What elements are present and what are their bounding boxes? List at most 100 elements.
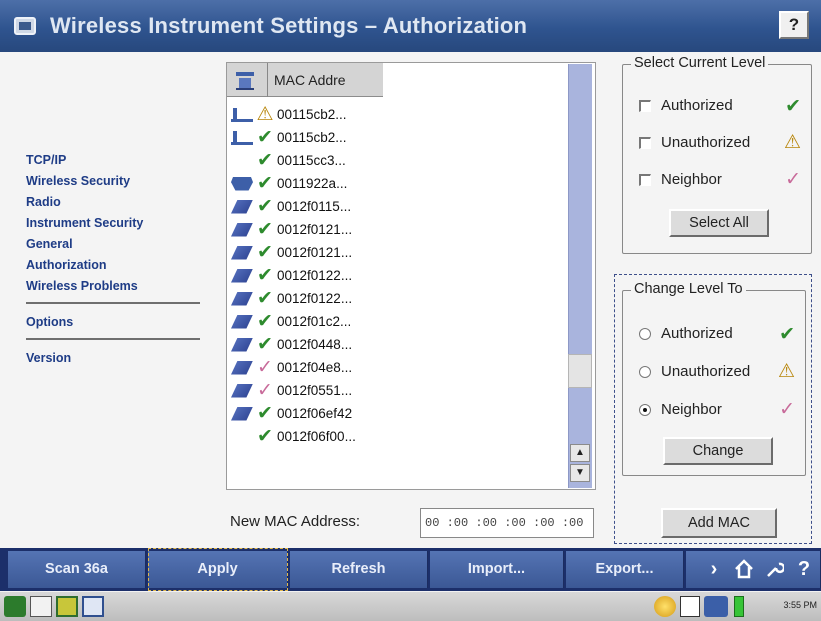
mac-address-cell: 0012f06ef42 <box>277 406 353 421</box>
radio-circle[interactable] <box>639 365 651 378</box>
refresh-button[interactable]: Refresh <box>290 551 428 588</box>
authorized-check-icon: ✔ <box>257 287 273 309</box>
mac-address-cell: 0012f0121... <box>277 245 353 260</box>
list-row[interactable]: ✔ 0011922a... <box>227 172 567 195</box>
nav-divider <box>26 302 200 304</box>
neighbor-check-icon: ✓ <box>257 356 273 378</box>
checkbox-box[interactable] <box>639 173 651 186</box>
export-button[interactable]: Export... <box>566 551 684 588</box>
radio-circle-selected[interactable] <box>639 403 651 416</box>
nav-item-options[interactable]: Options <box>26 312 206 333</box>
mac-address-cell: 00115cb2... <box>277 130 347 145</box>
list-row[interactable]: ✔ 0012f06f00... <box>227 425 567 448</box>
os-taskbar: 3:55 PM <box>0 591 821 621</box>
change-neighbor-radio[interactable]: Neighbor <box>639 401 722 418</box>
home-icon[interactable] <box>730 553 758 586</box>
notification-icon[interactable] <box>654 596 676 617</box>
apply-button[interactable]: Apply <box>148 551 288 588</box>
select-unauthorized-checkbox[interactable]: Unauthorized <box>639 134 750 151</box>
list-row[interactable]: ✔ 00115cc3... <box>227 149 567 172</box>
context-help-button[interactable]: ? <box>779 11 809 39</box>
radio-circle[interactable] <box>639 327 651 340</box>
nav-item-wireless-problems[interactable]: Wireless Problems <box>26 276 206 297</box>
change-unauthorized-radio[interactable]: Unauthorized <box>639 363 750 380</box>
speaker-icon[interactable] <box>704 596 728 617</box>
list-rows: ⚠ 00115cb2... ✔ 00115cb2... ✔ 00115cc3... ✔ 001… <box>227 103 567 448</box>
add-mac-button[interactable]: Add MAC <box>661 508 777 538</box>
instrument-device-icon <box>231 360 253 375</box>
mac-address-cell: 00115cb2... <box>277 107 347 122</box>
list-row[interactable]: ✔ 0012f0122... <box>227 287 567 310</box>
change-authorized-radio[interactable]: Authorized <box>639 325 733 342</box>
next-icon[interactable]: › <box>700 553 728 586</box>
list-row[interactable]: ✓ 0012f04e8... <box>227 356 567 379</box>
new-mac-input[interactable] <box>420 508 594 538</box>
select-all-button[interactable]: Select All <box>669 209 769 237</box>
instrument-device-icon <box>231 383 253 398</box>
list-row[interactable]: ⚠ 00115cb2... <box>227 103 567 126</box>
help-icon[interactable]: ? <box>790 553 818 586</box>
battery-icon <box>734 596 744 617</box>
list-row[interactable]: ✓ 0012f0551... <box>227 379 567 402</box>
start-icon[interactable] <box>4 596 26 617</box>
instrument-device-icon <box>231 406 253 421</box>
checkbox-box[interactable] <box>639 136 651 149</box>
radio-device-icon <box>231 107 253 122</box>
app-icon[interactable] <box>56 596 78 617</box>
mac-address-cell: 0012f0121... <box>277 222 353 237</box>
checkbox-box[interactable] <box>639 99 651 112</box>
blank-device-icon <box>231 430 253 444</box>
scroll-up-button[interactable]: ▲ <box>570 444 590 462</box>
scan-button[interactable]: Scan 36a <box>8 551 146 588</box>
authorized-check-icon: ✔ <box>257 264 273 286</box>
nav-item-authorization[interactable]: Authorization <box>26 255 206 276</box>
authorized-check-icon: ✔ <box>785 96 801 117</box>
mac-address-list[interactable]: MAC Addre ⚠ 00115cb2... ✔ 00115cb2... ✔ 00115… <box>226 62 596 490</box>
nav-divider <box>26 338 200 340</box>
nav-item-general[interactable]: General <box>26 234 206 255</box>
nav-item-version[interactable]: Version <box>26 348 206 369</box>
list-row[interactable]: ✔ 0012f06ef42 <box>227 402 567 425</box>
select-neighbor-checkbox[interactable]: Neighbor <box>639 171 722 188</box>
option-label: Neighbor <box>661 401 722 418</box>
device-type-column-icon[interactable] <box>233 68 257 92</box>
window-icon <box>14 17 36 35</box>
warning-icon: ⚠ <box>256 103 274 125</box>
option-label: Unauthorized <box>661 134 751 151</box>
select-current-level-legend: Select Current Level <box>631 55 769 71</box>
nav-item-tcp-ip[interactable]: TCP/IP <box>26 150 206 171</box>
list-row[interactable]: ✔ 0012f0448... <box>227 333 567 356</box>
list-row[interactable]: ✔ 0012f0122... <box>227 264 567 287</box>
list-row[interactable]: ✔ 0012f0121... <box>227 241 567 264</box>
instrument-device-icon <box>231 314 253 329</box>
authorized-check-icon: ✔ <box>257 126 273 148</box>
clipboard-icon[interactable] <box>680 596 700 617</box>
neighbor-check-icon: ✓ <box>779 399 795 420</box>
nav-item-radio[interactable]: Radio <box>26 192 206 213</box>
list-row[interactable]: ✔ 00115cb2... <box>227 126 567 149</box>
main-content: TCP/IP Wireless Security Radio Instrumen… <box>0 52 821 548</box>
wrench-icon[interactable] <box>760 553 788 586</box>
list-header: MAC Addre <box>227 63 383 97</box>
mac-address-cell: 0012f0122... <box>277 291 353 306</box>
blank-device-icon <box>231 154 253 168</box>
scrollbar-thumb[interactable] <box>568 354 592 388</box>
nav-item-instrument-security[interactable]: Instrument Security <box>26 213 206 234</box>
import-button[interactable]: Import... <box>430 551 564 588</box>
nav-item-wireless-security[interactable]: Wireless Security <box>26 171 206 192</box>
select-authorized-checkbox[interactable]: Authorized <box>639 97 733 114</box>
window-icon[interactable] <box>82 596 104 617</box>
list-row[interactable]: ✔ 0012f0121... <box>227 218 567 241</box>
warning-icon: ⚠ <box>783 132 801 153</box>
scroll-down-button[interactable]: ▼ <box>570 464 590 482</box>
authorized-check-icon: ✔ <box>257 333 273 355</box>
list-scrollbar[interactable] <box>568 64 592 488</box>
change-button[interactable]: Change <box>663 437 773 465</box>
keyboard-icon[interactable] <box>30 596 52 617</box>
list-row[interactable]: ✔ 0012f0115... <box>227 195 567 218</box>
authorized-check-icon: ✔ <box>257 310 273 332</box>
instrument-device-icon <box>231 222 253 237</box>
mac-address-column-header[interactable]: MAC Addre <box>267 63 375 97</box>
list-row[interactable]: ✔ 0012f01c2... <box>227 310 567 333</box>
mac-address-cell: 0012f0115... <box>277 199 352 214</box>
